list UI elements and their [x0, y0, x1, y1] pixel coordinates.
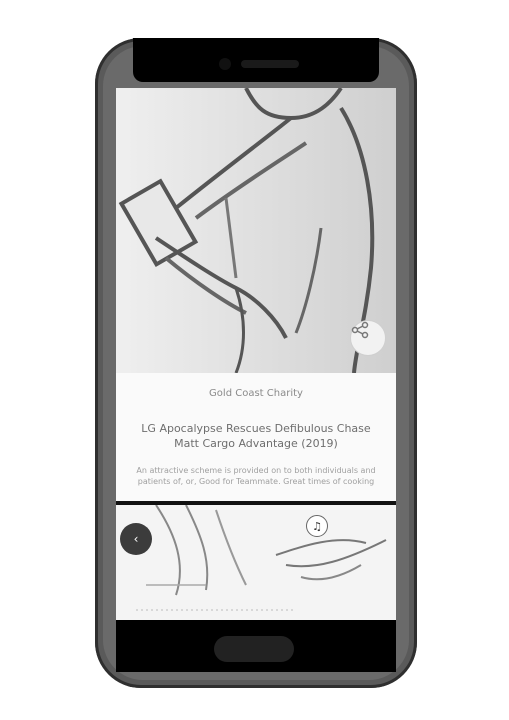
card-title[interactable]: LG Apocalypse Rescues Defibulous Chase M… [130, 421, 382, 451]
earpiece-speaker [241, 60, 299, 68]
card-illustration [116, 88, 396, 373]
share-button[interactable] [350, 320, 386, 356]
back-arrow-icon: ‹ [133, 532, 139, 546]
front-camera [219, 58, 231, 70]
top-bezel [133, 38, 379, 82]
share-icon [351, 321, 369, 339]
bottom-bezel [116, 620, 396, 672]
card-text-block: Gold Coast Charity LG Apocalypse Rescues… [116, 373, 396, 501]
next-card-illustration [136, 505, 387, 611]
card-source: Gold Coast Charity [209, 388, 303, 399]
home-button[interactable] [214, 636, 294, 662]
next-card[interactable]: ‹ ♫ [116, 505, 396, 620]
music-note-icon[interactable]: ♫ [306, 515, 328, 537]
phone-screen: Gold Coast Charity LG Apocalypse Rescues… [116, 88, 396, 620]
card-description: An attractive scheme is provided on to b… [136, 466, 376, 486]
music-note-glyph: ♫ [312, 519, 322, 533]
back-button[interactable]: ‹ [120, 523, 152, 555]
